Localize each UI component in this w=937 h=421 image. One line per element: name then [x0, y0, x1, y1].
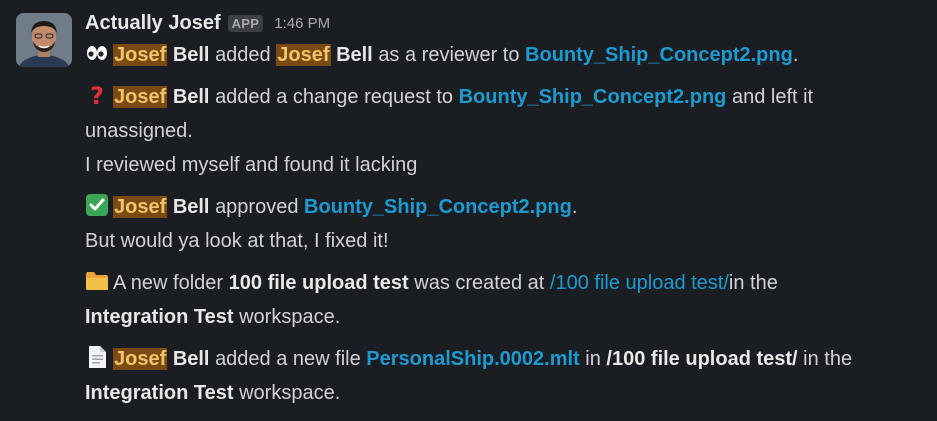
user-last-name[interactable]: Bell	[173, 86, 210, 108]
message-content: Actually Josef APP 1:46 PM Josef Bell ad…	[85, 8, 930, 410]
message-header: Actually Josef APP 1:46 PM	[85, 8, 930, 38]
event-text: and left it	[731, 86, 814, 108]
question-icon: ?	[90, 83, 104, 107]
event-line-continued: Integration Test workspace.	[85, 376, 930, 410]
mention-highlight[interactable]: Josef	[113, 348, 168, 370]
event-line: ? Josef Bell added a change request to B…	[85, 80, 930, 114]
avatar[interactable]	[16, 13, 72, 67]
event-note: But would ya look at that, I fixed it!	[85, 224, 930, 258]
file-link[interactable]: Bounty_Ship_Concept2.png	[304, 196, 572, 218]
folder-name: 100 file upload test	[228, 272, 409, 294]
event-text: unassigned.	[85, 120, 193, 142]
event-text: workspace.	[239, 306, 341, 328]
punctuation: .	[792, 44, 799, 66]
user-last-name[interactable]: Bell	[173, 196, 210, 218]
event-text: in	[585, 348, 601, 370]
punctuation: .	[571, 196, 578, 218]
event-line: Josef Bell added Josef Bell as a reviewe…	[85, 38, 930, 72]
user-last-name[interactable]: Bell	[173, 44, 210, 66]
mention-highlight[interactable]: Josef	[113, 86, 168, 108]
event-text: added a change request to	[215, 86, 454, 108]
event-text: added a new file	[215, 348, 361, 370]
workspace-name: Integration Test	[85, 306, 234, 328]
file-link[interactable]: PersonalShip.0002.mlt	[366, 348, 579, 370]
user-last-name[interactable]: Bell	[173, 348, 210, 370]
svg-text:?: ?	[90, 83, 104, 107]
folder-icon	[86, 272, 108, 290]
mention-highlight[interactable]: Josef	[113, 44, 168, 66]
event-line-continued: unassigned.	[85, 114, 930, 148]
event-text: in the	[803, 348, 853, 370]
user-last-name[interactable]: Bell	[336, 44, 373, 66]
file-link[interactable]: Bounty_Ship_Concept2.png	[459, 86, 727, 108]
event-line: A new folder 100 file upload test was cr…	[85, 266, 930, 300]
timestamp[interactable]: 1:46 PM	[274, 15, 330, 32]
event-text: approved	[215, 196, 299, 218]
mention-highlight[interactable]: Josef	[113, 196, 168, 218]
event-text: was created at	[414, 272, 545, 294]
sender-name[interactable]: Actually Josef	[85, 12, 221, 35]
event-text: A new folder	[113, 272, 224, 294]
file-link[interactable]: Bounty_Ship_Concept2.png	[525, 44, 793, 66]
page-icon	[89, 346, 106, 368]
event-text: in the	[728, 272, 778, 294]
event-text: as a reviewer to	[378, 44, 520, 66]
event-line-continued: Integration Test workspace.	[85, 300, 930, 334]
eyes-icon	[87, 46, 107, 60]
app-badge: APP	[227, 14, 264, 32]
note-text: I reviewed myself and found it lacking	[85, 154, 418, 176]
mention-highlight[interactable]: Josef	[276, 44, 331, 66]
workspace-name: Integration Test	[85, 382, 234, 404]
event-line: Josef Bell approved Bounty_Ship_Concept2…	[85, 190, 930, 224]
event-note: I reviewed myself and found it lacking	[85, 148, 930, 182]
event-text: workspace.	[239, 382, 341, 404]
note-text: But would ya look at that, I fixed it!	[85, 230, 389, 252]
event-text: added	[215, 44, 271, 66]
folder-path-link[interactable]: /100 file upload test/	[550, 272, 729, 294]
event-line: Josef Bell added a new file PersonalShip…	[85, 342, 930, 376]
message: Actually Josef APP 1:46 PM Josef Bell ad…	[0, 0, 937, 421]
folder-path: /100 file upload test/	[606, 348, 798, 370]
check-icon	[86, 194, 108, 216]
